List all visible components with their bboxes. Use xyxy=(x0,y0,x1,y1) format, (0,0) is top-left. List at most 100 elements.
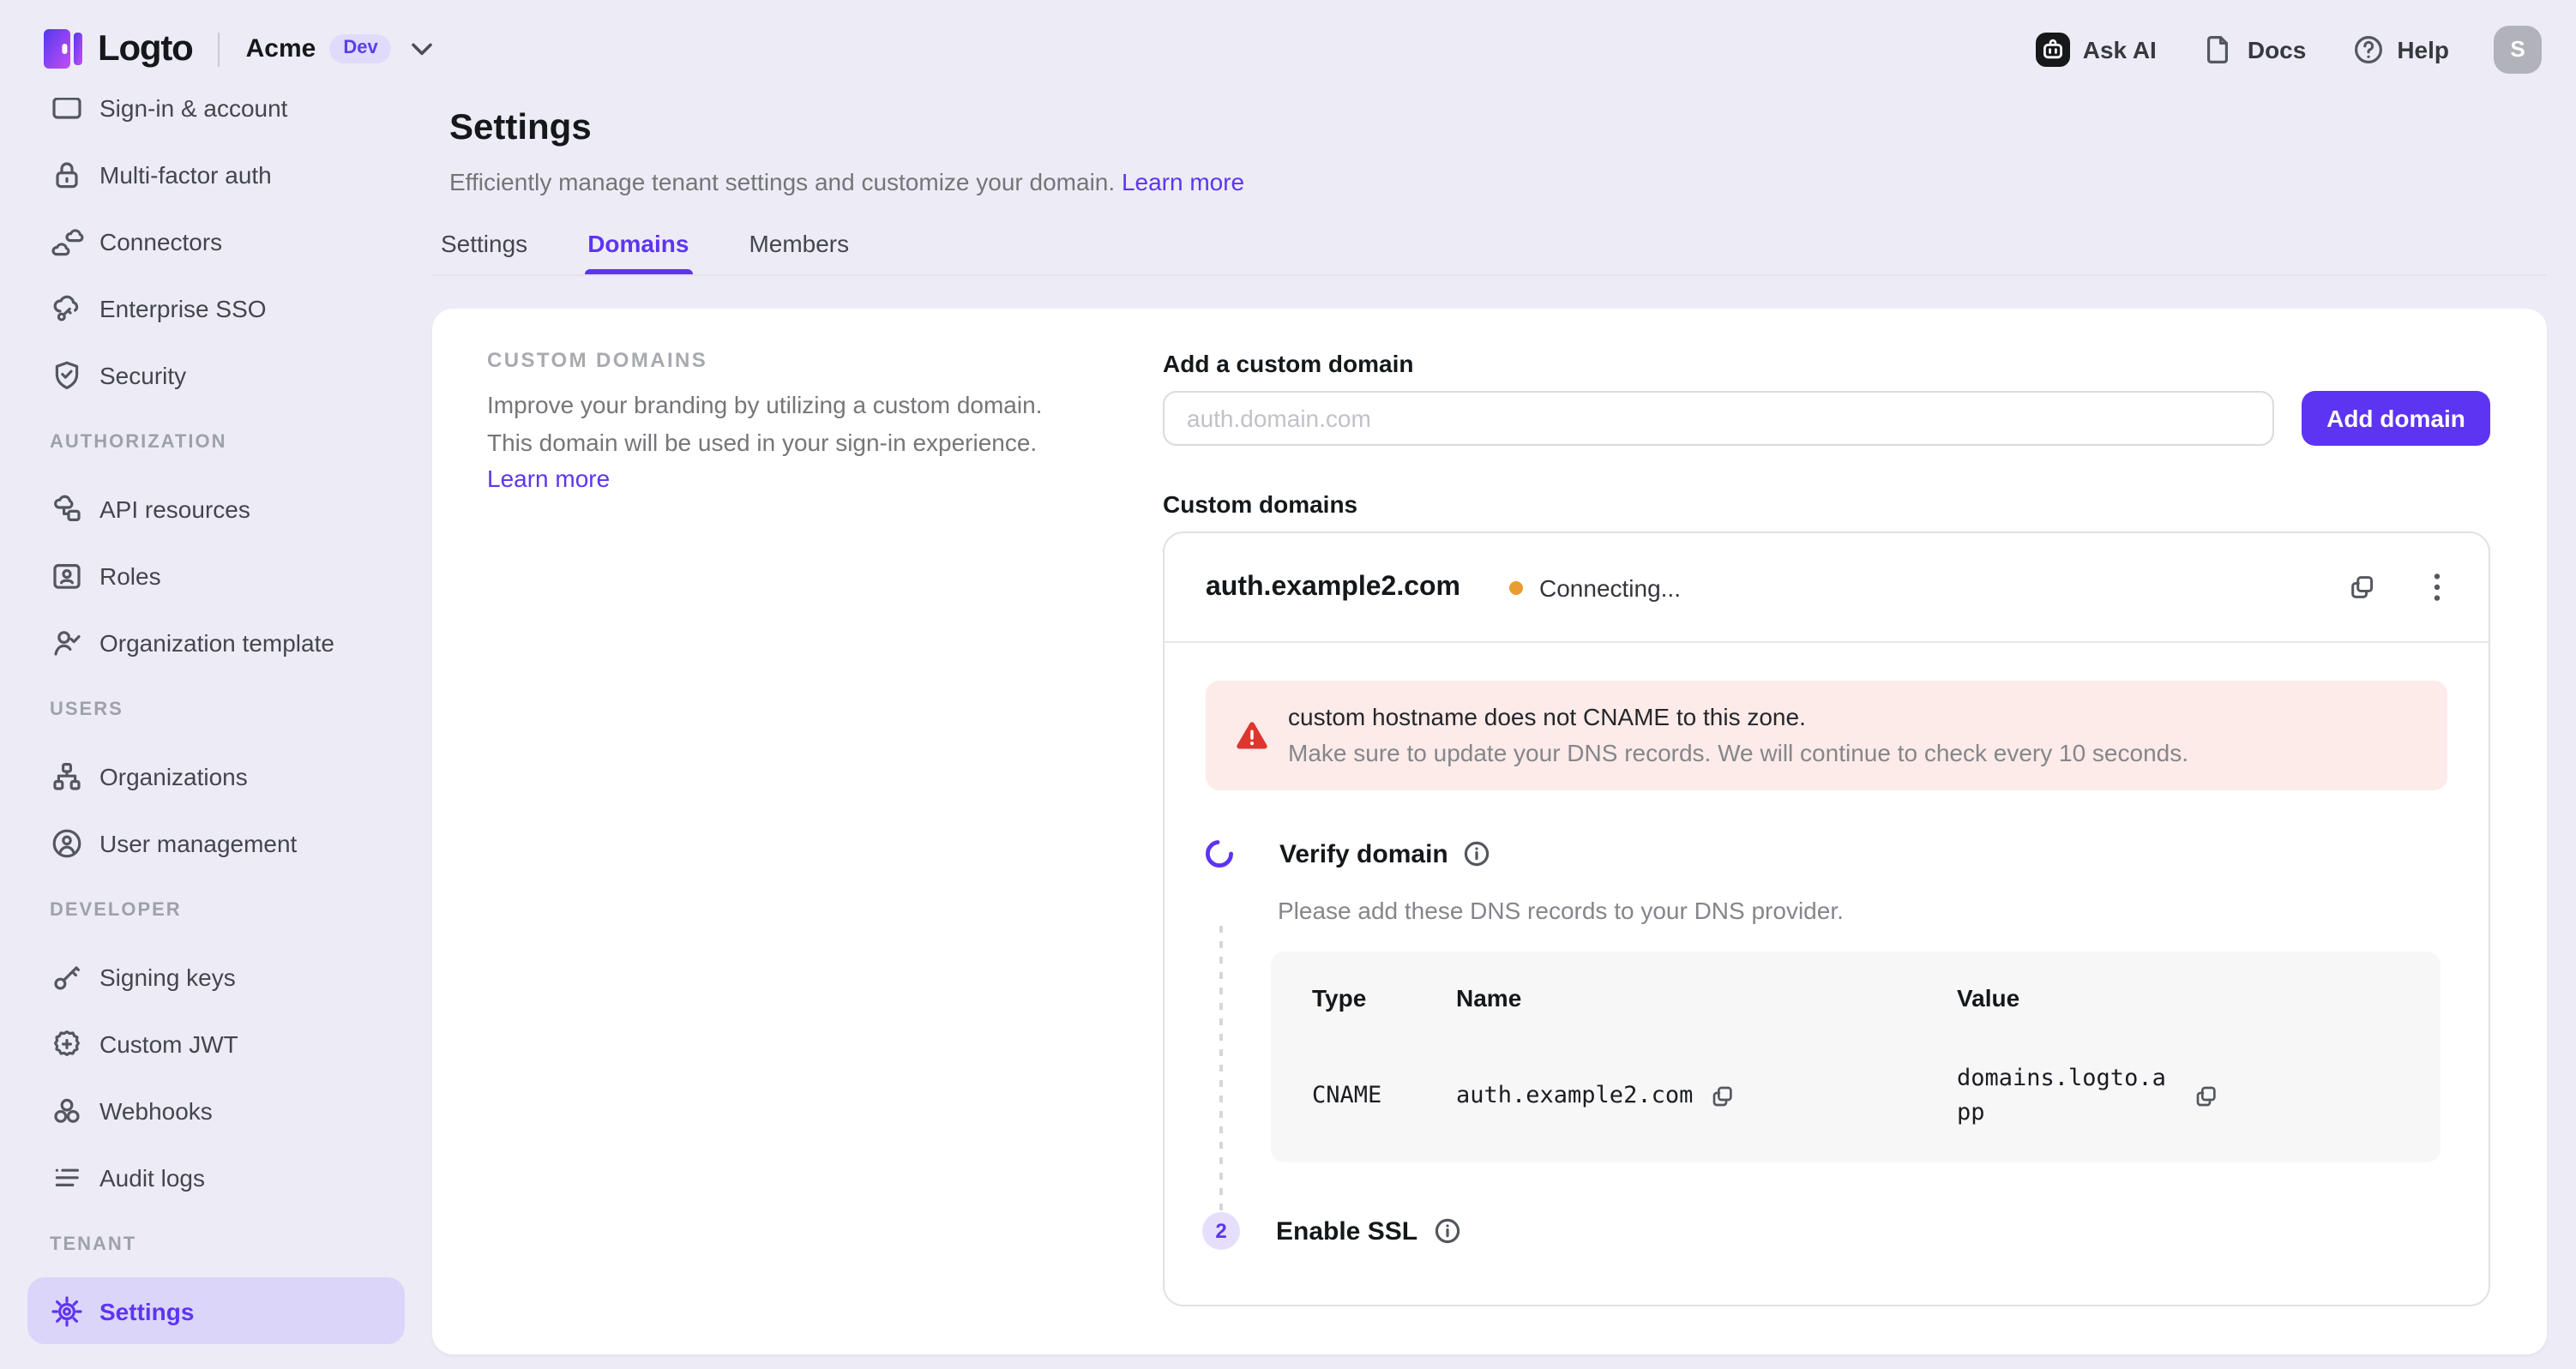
dns-record-type: CNAME xyxy=(1312,1082,1456,1109)
copy-value-button[interactable] xyxy=(2194,1083,2219,1108)
step-connector xyxy=(1219,926,1222,1229)
custom-domains-card: CUSTOM DOMAINS Improve your branding by … xyxy=(432,309,2547,1354)
add-domain-button[interactable]: Add domain xyxy=(2302,391,2490,446)
copy-domain-button[interactable] xyxy=(2348,573,2377,602)
copy-icon xyxy=(1710,1083,1736,1108)
main-content: Settings Efficiently manage tenant setti… xyxy=(432,98,2547,1369)
copy-icon xyxy=(2194,1083,2219,1108)
status-text: Connecting... xyxy=(1539,573,1681,601)
avatar[interactable]: S xyxy=(2494,25,2542,73)
chevron-down-icon xyxy=(412,42,433,56)
dns-col-value: Value xyxy=(1957,984,2399,1012)
shield-check-icon xyxy=(50,357,84,392)
add-domain-label: Add a custom domain xyxy=(1163,351,2490,375)
env-badge: Dev xyxy=(329,34,391,63)
connectors-icon xyxy=(50,224,84,258)
domain-card: auth.example2.com Connecting... xyxy=(1163,531,2490,1306)
step-number-badge: 2 xyxy=(1202,1212,1240,1250)
loading-spinner-icon xyxy=(1204,838,1235,869)
domain-name: auth.example2.com xyxy=(1206,572,1460,603)
sidebar-nav: Sign-in & account Multi-factor auth Conn… xyxy=(0,98,432,1344)
logto-logo-icon xyxy=(41,26,86,72)
kebab-menu-icon xyxy=(2434,573,2441,602)
api-resources-icon xyxy=(50,491,84,525)
custom-domains-list-label: Custom domains xyxy=(1163,492,2490,516)
sidebar-item-sign-in-account[interactable]: Sign-in & account xyxy=(27,98,405,141)
tab-bar: Settings Domains Members xyxy=(432,230,2547,276)
tab-domains[interactable]: Domains xyxy=(587,230,689,274)
sidebar-item-multi-factor-auth[interactable]: Multi-factor auth xyxy=(27,141,405,207)
dns-records-table: Type Name Value CNAME auth.example2.com xyxy=(1271,952,2441,1162)
custom-domains-form: Add a custom domain Add domain Custom do… xyxy=(1163,309,2490,1354)
dns-col-type: Type xyxy=(1312,984,1456,1012)
domain-input[interactable] xyxy=(1163,391,2274,446)
alert-description: Make sure to update your DNS records. We… xyxy=(1288,736,2188,772)
sidebar-item-organization-template[interactable]: Organization template xyxy=(27,609,405,675)
help-button[interactable]: Help xyxy=(2350,32,2449,66)
section-description: Improve your branding by utilizing a cus… xyxy=(487,387,1056,498)
docs-button[interactable]: Docs xyxy=(2201,32,2306,66)
dns-record-name: auth.example2.com xyxy=(1456,1082,1957,1109)
info-icon[interactable] xyxy=(1464,840,1491,868)
topbar-actions: Ask AI Docs xyxy=(2037,25,2542,73)
sidebar-item-custom-jwt[interactable]: Custom JWT xyxy=(27,1010,405,1077)
learn-more-link[interactable]: Learn more xyxy=(1122,168,1244,195)
sidebar-item-user-management[interactable]: User management xyxy=(27,809,405,876)
copy-name-button[interactable] xyxy=(1710,1083,1736,1108)
user-circle-icon xyxy=(50,826,84,860)
domain-card-body: custom hostname does not CNAME to this z… xyxy=(1165,681,2489,1305)
verify-domain-step: Verify domain xyxy=(1206,838,2447,869)
brand-name: Logto xyxy=(98,28,193,69)
info-icon[interactable] xyxy=(1433,1217,1460,1245)
sidebar-item-roles[interactable]: Roles xyxy=(27,542,405,609)
sidebar-item-webhooks[interactable]: Webhooks xyxy=(27,1077,405,1144)
org-chart-icon xyxy=(50,759,84,793)
status-dot xyxy=(1508,580,1522,594)
topbar: Logto Acme Dev xyxy=(0,0,2576,98)
section-title: CUSTOM DOMAINS xyxy=(487,348,1056,372)
sidebar-item-api-resources[interactable]: API resources xyxy=(27,475,405,542)
enable-ssl-step: 2 Enable SSL xyxy=(1206,1212,2447,1250)
domain-status: Connecting... xyxy=(1508,573,1681,601)
add-domain-row: Add domain xyxy=(1163,391,2490,446)
sidebar-item-settings[interactable]: Settings xyxy=(27,1277,405,1344)
sidebar-item-enterprise-sso[interactable]: Enterprise SSO xyxy=(27,274,405,341)
logto-console: Logto Acme Dev xyxy=(0,0,2576,1369)
document-icon xyxy=(2201,32,2236,66)
ask-ai-button[interactable]: Ask AI xyxy=(2037,32,2157,66)
sidebar-item-signing-keys[interactable]: Signing keys xyxy=(27,943,405,1010)
logto-brand: Logto xyxy=(41,26,193,72)
sidebar-section-tenant: TENANT xyxy=(27,1210,405,1277)
dns-error-alert: custom hostname does not CNAME to this z… xyxy=(1206,681,2447,790)
topbar-divider xyxy=(219,32,220,66)
id-card-icon xyxy=(50,558,84,592)
help-label: Help xyxy=(2397,35,2449,63)
person-check-icon xyxy=(50,625,84,659)
alert-title: custom hostname does not CNAME to this z… xyxy=(1288,699,2188,736)
cloud-key-icon xyxy=(50,291,84,325)
learn-more-link[interactable]: Learn more xyxy=(487,465,610,492)
enable-ssl-title: Enable SSL xyxy=(1276,1216,1417,1246)
sidebar-item-audit-logs[interactable]: Audit logs xyxy=(27,1144,405,1210)
sidebar-item-connectors[interactable]: Connectors xyxy=(27,207,405,274)
dns-hint: Please add these DNS records to your DNS… xyxy=(1278,893,2447,929)
tab-settings[interactable]: Settings xyxy=(441,230,527,274)
page-title: Settings xyxy=(449,105,2547,153)
sidebar-section-developer: DEVELOPER xyxy=(27,876,405,943)
sidebar: Sign-in & account Multi-factor auth Conn… xyxy=(0,98,432,1369)
domain-menu-button[interactable] xyxy=(2434,573,2441,602)
sidebar-section-authorization: AUTHORIZATION xyxy=(27,408,405,475)
sidebar-item-security[interactable]: Security xyxy=(27,341,405,408)
sidebar-section-users: USERS xyxy=(27,675,405,742)
window-icon xyxy=(50,98,84,124)
custom-domains-info: CUSTOM DOMAINS Improve your branding by … xyxy=(487,309,1056,1354)
tab-members[interactable]: Members xyxy=(749,230,849,274)
sidebar-item-organizations[interactable]: Organizations xyxy=(27,742,405,809)
list-icon xyxy=(50,1160,84,1194)
lock-icon xyxy=(50,157,84,191)
key-icon xyxy=(50,959,84,994)
seal-plus-icon xyxy=(50,1026,84,1060)
help-icon xyxy=(2350,32,2385,66)
tenant-selector[interactable]: Acme Dev xyxy=(246,34,433,63)
tenant-name: Acme xyxy=(246,34,316,63)
